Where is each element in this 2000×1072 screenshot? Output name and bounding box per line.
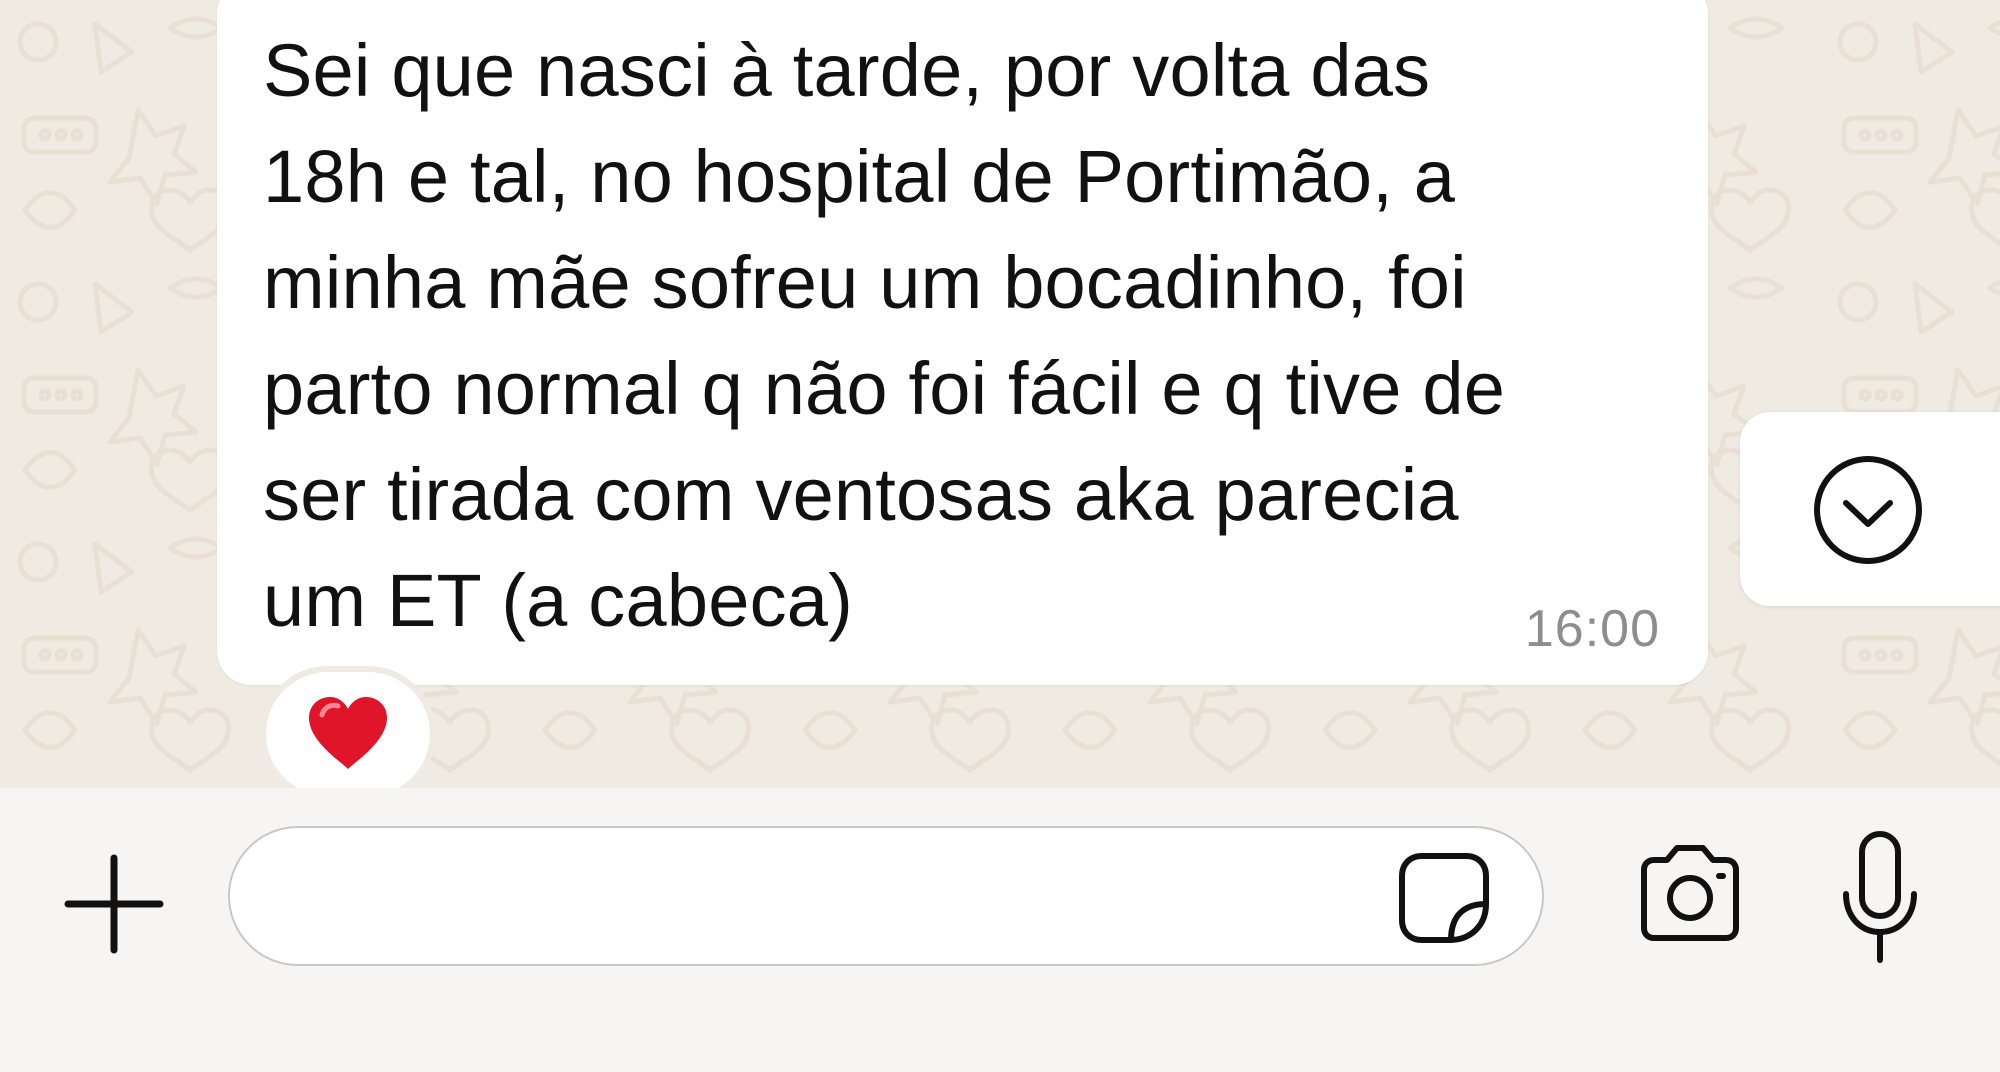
- message-timestamp: 16:00: [1524, 600, 1660, 658]
- chat-screen: Sei que nasci à tarde, por volta das 18h…: [0, 0, 2000, 1072]
- incoming-message-bubble[interactable]: Sei que nasci à tarde, por volta das 18h…: [217, 0, 1708, 685]
- sticker-button[interactable]: [1396, 850, 1492, 946]
- scroll-to-bottom-button[interactable]: [1740, 412, 2000, 606]
- plus-icon: [64, 854, 164, 954]
- message-composer-bar: [0, 788, 2000, 1072]
- message-input[interactable]: [228, 826, 1544, 966]
- chevron-down-circle-icon: [1814, 456, 1922, 564]
- microphone-icon: [1843, 831, 1917, 963]
- microphone-button[interactable]: [1832, 828, 1928, 968]
- camera-icon: [1641, 845, 1739, 941]
- sticker-icon: [1399, 853, 1489, 943]
- attach-button[interactable]: [60, 850, 168, 958]
- red-heart-icon: [309, 697, 387, 769]
- message-reaction[interactable]: [266, 672, 430, 788]
- camera-button[interactable]: [1632, 842, 1748, 944]
- chat-messages-area[interactable]: Sei que nasci à tarde, por volta das 18h…: [0, 0, 2000, 788]
- message-text: Sei que nasci à tarde, por volta das 18h…: [263, 29, 1506, 642]
